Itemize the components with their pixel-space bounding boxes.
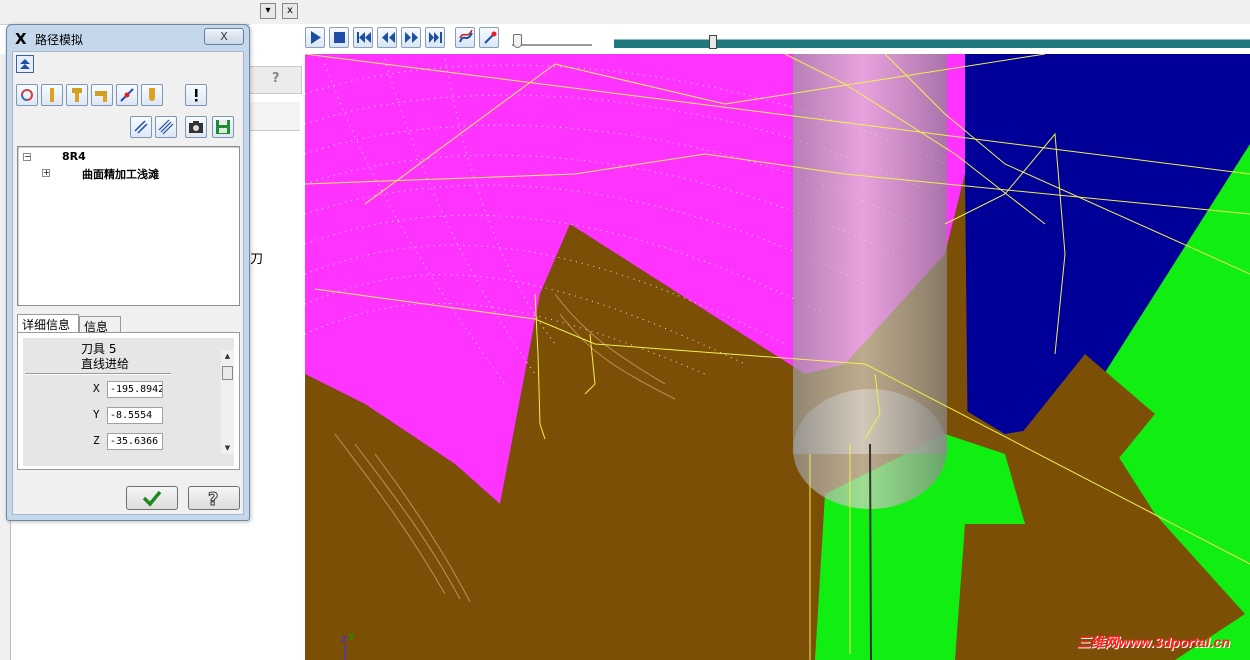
x-coord-field: -195.8942 — [107, 381, 163, 398]
ball-tool-button[interactable] — [141, 84, 163, 106]
exclamation-icon — [195, 89, 198, 102]
save-icon — [216, 120, 230, 134]
z-coord-label: Z — [93, 434, 100, 447]
play-icon — [311, 31, 321, 44]
path-simulation-dialog[interactable]: X 路径模拟 X − 8R4 + 曲面精加工浅滩 详细信息 信息 刀具 5 直线… — [6, 24, 250, 521]
warning-button[interactable] — [185, 84, 207, 106]
tree-child-label[interactable]: 曲面精加工浅滩 — [82, 166, 159, 182]
watermark: 三维网www.3dportal.cn — [1076, 634, 1231, 650]
stop-button[interactable] — [329, 27, 349, 48]
y-coord-label: Y — [93, 408, 100, 421]
go-start-button[interactable] — [353, 27, 373, 48]
path-lines-button[interactable] — [130, 116, 152, 138]
cutter-path-icon — [120, 88, 134, 102]
tree-collapse-icon[interactable]: − — [23, 153, 31, 161]
toolpath-tree[interactable]: − 8R4 + 曲面精加工浅滩 — [17, 146, 240, 306]
holder-icon — [72, 88, 82, 102]
stop-icon — [334, 32, 345, 43]
background-partial-text: 刀 — [250, 252, 264, 267]
path-lines-icon — [134, 120, 148, 134]
tool-icon — [484, 31, 497, 44]
tool-display-button[interactable] — [479, 27, 499, 48]
cutter-path-button[interactable] — [116, 84, 138, 106]
toolpath-icon — [459, 30, 473, 43]
holder-side-icon — [95, 91, 107, 102]
tab-info[interactable]: 信息 — [79, 316, 121, 334]
dialog-close-button[interactable]: X — [204, 28, 244, 45]
detail-panel: 刀具 5 直线进给 X -195.8942 Y -8.5554 Z -35.63… — [17, 332, 240, 470]
tool-holder-side-button[interactable] — [91, 84, 113, 106]
tool-pen-button[interactable] — [41, 84, 63, 106]
axis-y-label: y — [349, 631, 355, 641]
go-start-icon — [357, 32, 371, 43]
camera-button[interactable] — [185, 116, 207, 138]
step-forward-icon — [405, 32, 418, 43]
go-end-button[interactable] — [425, 27, 445, 48]
background-panel-header — [248, 102, 300, 131]
save-button[interactable] — [212, 116, 234, 138]
y-coord-field: -8.5554 — [107, 407, 163, 424]
3d-viewport[interactable]: z y 三维网www.3dportal.cn — [305, 54, 1250, 660]
simulation-scene[interactable]: z y — [305, 54, 1250, 660]
refresh-icon — [21, 89, 33, 101]
tree-root-label[interactable]: 8R4 — [62, 150, 86, 163]
help-button[interactable]: ? — [188, 486, 240, 510]
toolbar-close-button[interactable]: x — [282, 3, 298, 19]
dialog-titlebar[interactable]: X 路径模拟 X — [15, 27, 244, 49]
question-icon: ? — [208, 489, 219, 507]
speed-slider-track[interactable] — [512, 44, 592, 47]
checkmark-icon — [142, 490, 162, 507]
scroll-down-icon[interactable]: ▼ — [221, 442, 234, 454]
play-button[interactable] — [305, 27, 325, 48]
collapse-up-icon — [20, 59, 30, 69]
tree-expand-icon[interactable]: + — [42, 169, 50, 177]
dialog-body: − 8R4 + 曲面精加工浅滩 详细信息 信息 刀具 5 直线进给 X -195… — [12, 51, 244, 515]
tab-details[interactable]: 详细信息 — [17, 314, 79, 333]
top-toolbar: ▾ x — [0, 0, 1250, 25]
detail-divider — [25, 373, 171, 375]
x-coord-label: X — [93, 382, 100, 395]
dialog-title: 路径模拟 — [35, 33, 84, 47]
speed-slider-thumb[interactable] — [513, 34, 522, 48]
detail-content: 刀具 5 直线进给 X -195.8942 Y -8.5554 Z -35.63… — [23, 338, 234, 466]
tool-axis-line — [869, 443, 872, 660]
simulation-control-bar — [250, 24, 1250, 54]
go-end-icon — [429, 32, 442, 43]
help-icon[interactable]: ? — [272, 71, 288, 87]
axis-z-label: z — [341, 632, 347, 645]
svg-text:?: ? — [208, 489, 218, 507]
refresh-button[interactable] — [16, 84, 38, 106]
pen-icon — [50, 88, 54, 102]
collapse-button[interactable] — [16, 55, 34, 73]
step-back-button[interactable] — [377, 27, 397, 48]
scroll-up-icon[interactable]: ▲ — [221, 350, 234, 362]
tool-holder-button[interactable] — [66, 84, 88, 106]
ok-button[interactable] — [126, 486, 178, 510]
move-type-text: 直线进给 — [81, 357, 130, 371]
path-dense-icon — [158, 119, 174, 135]
step-back-icon — [382, 32, 395, 43]
ball-tool-icon — [149, 88, 155, 101]
camera-icon — [189, 121, 203, 133]
path-dense-button[interactable] — [155, 116, 177, 138]
step-forward-button[interactable] — [401, 27, 421, 48]
scroll-thumb[interactable] — [222, 366, 233, 380]
detail-scrollbar[interactable]: ▲ ▼ — [221, 350, 234, 454]
app-logo-icon: X — [15, 30, 27, 48]
z-coord-field: -35.6366 — [107, 433, 163, 450]
dropdown-arrow-button[interactable]: ▾ — [260, 3, 276, 19]
simulation-progress-marker[interactable] — [709, 35, 717, 49]
path-display-button[interactable] — [455, 27, 475, 48]
brown-block-bottom — [955, 524, 1065, 660]
